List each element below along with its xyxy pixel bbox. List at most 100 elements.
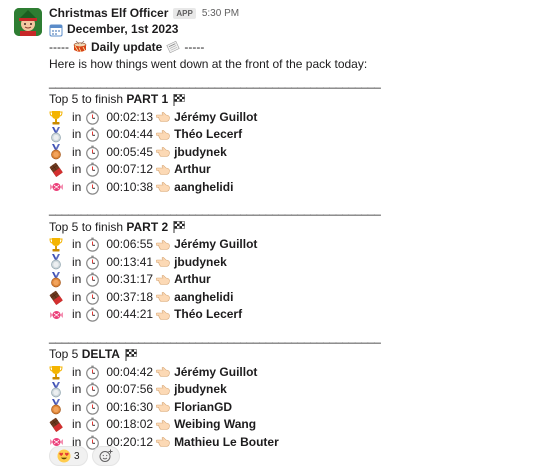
author-name[interactable]: Christmas Elf Officer — [49, 6, 168, 21]
timestamp[interactable]: 5:30 PM — [202, 6, 239, 21]
stopwatch-icon — [85, 307, 106, 322]
finish-time: 00:37:18 — [106, 289, 154, 304]
checkered-flag-icon — [168, 93, 190, 107]
participant-name: jbudynek — [174, 144, 227, 159]
stopwatch-icon — [85, 272, 106, 287]
finish-time: 00:13:41 — [106, 254, 154, 269]
reaction-heart-eyes[interactable]: 3 — [49, 446, 88, 466]
chocolate-medal-icon — [49, 289, 67, 306]
pointing-hand-icon — [153, 239, 174, 251]
stopwatch-icon — [85, 255, 106, 270]
participant-name: Jérémy Guillot — [174, 109, 258, 124]
daily-update-line: ----- Daily update ----- — [49, 39, 539, 57]
finish-time: 00:18:02 — [106, 417, 154, 431]
pointing-hand-icon — [153, 366, 174, 378]
pointing-hand-icon — [153, 401, 174, 413]
bronze-medal-icon — [49, 144, 67, 161]
in-label: in — [72, 399, 82, 414]
finish-time: 00:04:44 — [106, 127, 154, 141]
pointing-hand-icon — [153, 181, 174, 193]
pointing-hand-icon — [153, 111, 174, 123]
checkered-flag-icon — [168, 220, 190, 234]
intro-text: Here is how things went down at the fron… — [49, 57, 368, 71]
leaderboard-row: in 00:04:44 Théo Lecerf — [49, 126, 539, 144]
stopwatch-icon — [85, 382, 106, 397]
finish-time: 00:04:42 — [106, 364, 154, 379]
finish-time: 00:44:21 — [106, 307, 154, 321]
pointing-hand-icon — [153, 146, 174, 158]
section-prefix: Top 5 — [49, 347, 79, 361]
trophy-medal-icon — [49, 236, 67, 253]
section-title: Top 5 to finish PART 1 — [49, 91, 539, 109]
bot-avatar[interactable] — [14, 8, 42, 36]
in-label: in — [72, 127, 82, 141]
pointing-hand-icon — [153, 419, 174, 431]
participant-name: aanghelidi — [174, 179, 234, 194]
section-part-label: DELTA — [81, 347, 120, 361]
participant-name: jbudynek — [174, 382, 227, 396]
update-left-dashes: ----- — [49, 39, 69, 54]
stopwatch-icon — [85, 145, 106, 160]
update-right-dashes: ----- — [184, 39, 205, 54]
message-header: Christmas Elf Officer APP 5:30 PM — [49, 6, 539, 21]
chocolate-medal-icon — [49, 416, 67, 433]
stopwatch-icon — [85, 162, 106, 177]
finish-time: 00:07:56 — [106, 382, 154, 396]
finish-time: 00:06:55 — [106, 237, 154, 251]
section-prefix: Top 5 to finish — [49, 219, 124, 234]
date-line: December, 1st 2023 — [49, 21, 539, 39]
in-label: in — [72, 237, 82, 251]
leaderboard-row: in 00:10:38 aanghelidi — [49, 179, 539, 197]
add-reaction-button[interactable] — [91, 446, 120, 466]
leaderboard-row: in 00:44:21 Théo Lecerf — [49, 306, 539, 324]
add-reaction-icon — [99, 449, 113, 462]
in-label: in — [72, 162, 82, 176]
section-title: Top 5 DELTA — [49, 346, 539, 364]
stopwatch-icon — [85, 400, 106, 415]
stopwatch-icon — [85, 417, 106, 432]
in-label: in — [72, 272, 82, 286]
participant-name: Théo Lecerf — [174, 127, 243, 141]
finish-time: 00:07:12 — [106, 162, 154, 176]
in-label: in — [72, 179, 82, 194]
silver-medal-icon — [49, 254, 67, 271]
leaderboard-row: in 00:02:13 Jérémy Guillot — [49, 109, 539, 127]
candy-medal-icon — [49, 306, 67, 323]
stopwatch-icon — [85, 365, 106, 380]
leaderboard-row: in 00:20:12 Mathieu Le Bouter — [49, 434, 539, 452]
pointing-hand-icon — [153, 436, 174, 448]
stopwatch-icon — [85, 127, 106, 142]
pointing-hand-icon — [153, 274, 174, 286]
update-label: Daily update — [90, 39, 163, 54]
participant-name: FlorianGD — [174, 399, 233, 414]
leaderboard-row: in 00:13:41 jbudynek — [49, 254, 539, 272]
elf-avatar-icon — [14, 8, 42, 36]
leaderboard-row: in 00:06:55 Jérémy Guillot — [49, 236, 539, 254]
trophy-medal-icon — [49, 364, 67, 381]
in-label: in — [72, 382, 82, 396]
date-text: December, 1st 2023 — [67, 22, 179, 36]
pointing-hand-icon — [153, 256, 174, 268]
participant-name: aanghelidi — [174, 289, 234, 304]
calendar-icon — [49, 24, 63, 37]
participant-name: Arthur — [174, 162, 211, 176]
in-label: in — [72, 307, 82, 321]
stopwatch-icon — [85, 180, 106, 195]
leaderboard-row: in 00:07:56 jbudynek — [49, 381, 539, 399]
stopwatch-icon — [85, 237, 106, 252]
bronze-medal-icon — [49, 271, 67, 288]
finish-time: 00:02:13 — [106, 109, 154, 124]
leaderboard-row: in 00:04:42 Jérémy Guillot — [49, 364, 539, 382]
app-badge: APP — [173, 8, 196, 19]
slack-message: Christmas Elf Officer APP 5:30 PM Decemb… — [0, 0, 552, 476]
participant-name: Mathieu Le Bouter — [174, 434, 279, 449]
reactions-bar: 3 — [49, 446, 120, 466]
heart-eyes-icon — [57, 449, 71, 463]
participant-name: Weibing Wang — [174, 417, 257, 431]
in-label: in — [72, 417, 82, 431]
bronze-medal-icon — [49, 399, 67, 416]
leaderboard-sections: ________________________________________… — [49, 74, 539, 457]
leaderboard-row: in 00:31:17 Arthur — [49, 271, 539, 289]
pointing-hand-icon — [153, 309, 174, 321]
